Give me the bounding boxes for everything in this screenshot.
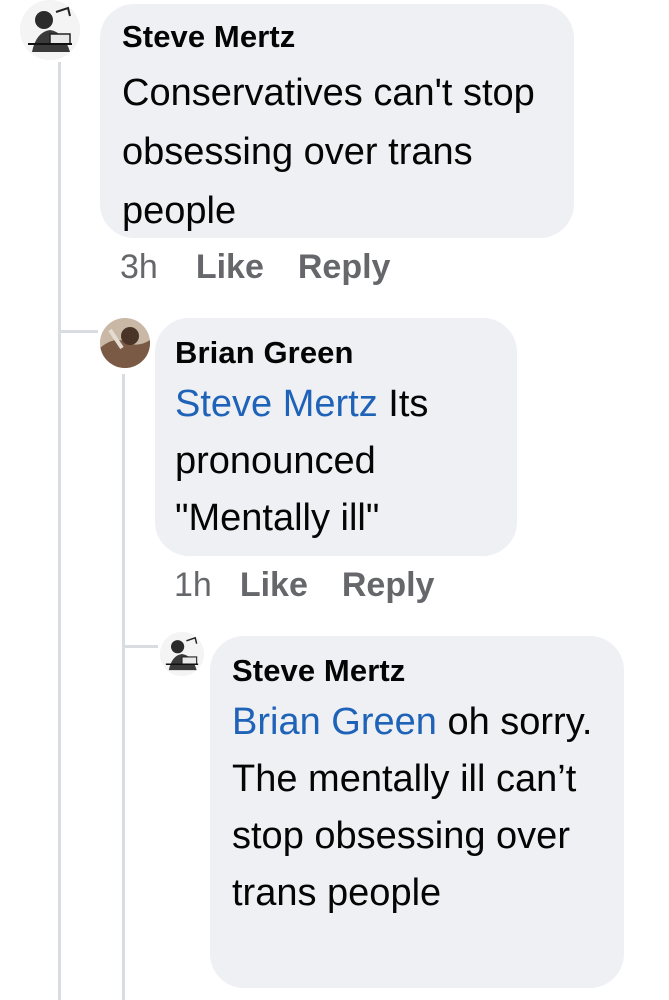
like-button[interactable]: Like bbox=[196, 248, 264, 287]
avatar-photo-icon bbox=[100, 318, 150, 368]
reply-button[interactable]: Reply bbox=[342, 566, 435, 605]
comment-timestamp[interactable]: 1h bbox=[174, 566, 212, 605]
mention-link[interactable]: Steve Mertz bbox=[175, 383, 378, 425]
avatar-steve-mertz[interactable] bbox=[160, 632, 204, 676]
comment-author[interactable]: Steve Mertz bbox=[122, 18, 552, 56]
comment-timestamp[interactable]: 3h bbox=[120, 248, 158, 287]
avatar-brian-green[interactable] bbox=[100, 318, 150, 368]
reply-button[interactable]: Reply bbox=[298, 248, 391, 287]
avatar-steve-mertz[interactable] bbox=[20, 0, 80, 60]
thread-branch-reply-2 bbox=[122, 645, 158, 648]
like-button[interactable]: Like bbox=[240, 566, 308, 605]
comment-bubble: Brian Green Steve Mertz Its pronounced "… bbox=[155, 318, 517, 556]
comment-text: Steve Mertz Its pronounced "Mentally ill… bbox=[175, 376, 497, 547]
comment-body: Conservatives can't stop obsessing over … bbox=[122, 72, 535, 232]
avatar-drawing-icon bbox=[160, 632, 204, 676]
comment-actions: 1h Like Reply bbox=[174, 566, 434, 605]
thread-branch-reply-1 bbox=[58, 330, 98, 333]
comment-author[interactable]: Brian Green bbox=[175, 334, 497, 372]
comment-bubble: Steve Mertz Conservatives can't stop obs… bbox=[100, 4, 574, 238]
comment-actions: 3h Like Reply bbox=[120, 248, 390, 287]
thread-line-main bbox=[58, 62, 61, 1000]
thread-line-reply-1 bbox=[122, 374, 125, 1000]
comment-text: Brian Green oh sorry. The mentally ill c… bbox=[232, 694, 602, 922]
comment-thread: Steve Mertz Conservatives can't stop obs… bbox=[0, 0, 669, 1000]
comment-text: Conservatives can't stop obsessing over … bbox=[122, 64, 552, 241]
comment-bubble: Steve Mertz Brian Green oh sorry. The me… bbox=[210, 636, 624, 988]
mention-link[interactable]: Brian Green bbox=[232, 701, 437, 743]
avatar-drawing-icon bbox=[20, 0, 80, 60]
comment-author[interactable]: Steve Mertz bbox=[232, 652, 602, 690]
